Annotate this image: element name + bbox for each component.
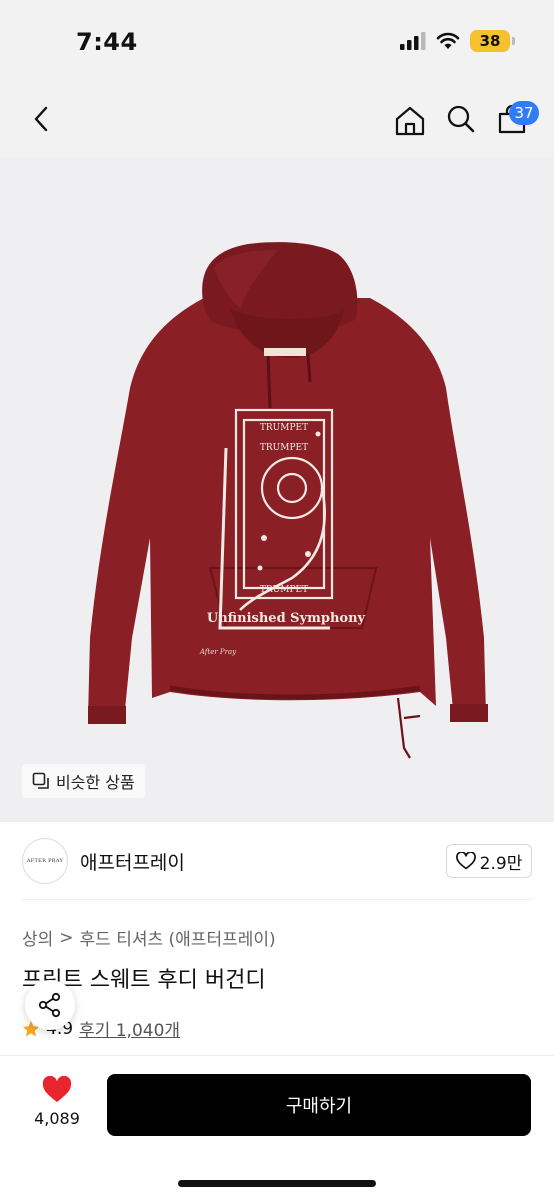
print-trumpet-bottom: TRUMPET xyxy=(260,585,308,595)
duplicate-icon xyxy=(32,772,49,789)
cart-count-badge: 37 xyxy=(509,101,539,125)
print-trumpet-mid: TRUMPET xyxy=(260,443,308,453)
status-time: 7:44 xyxy=(76,28,138,56)
share-button[interactable] xyxy=(25,980,75,1030)
home-icon xyxy=(395,106,425,136)
brand-name[interactable]: 애프터프레이 xyxy=(80,848,185,875)
brand-like-count: 2.9만 xyxy=(479,853,523,874)
print-signature: After Pray xyxy=(199,648,237,656)
wifi-icon xyxy=(436,32,460,49)
product-image-hero[interactable]: TRUMPET TRUMPET TRUMPET Unfinished Symph… xyxy=(0,158,554,822)
wishlist-count: 4,089 xyxy=(34,1109,80,1128)
breadcrumb: 상의 > 후드 티셔츠 (애프터프레이) xyxy=(22,925,276,951)
brand-like-button[interactable]: 2.9만 xyxy=(446,844,532,878)
battery-indicator: 38 xyxy=(470,30,515,52)
search-button[interactable] xyxy=(440,98,482,140)
chevron-left-icon xyxy=(34,106,48,132)
home-indicator xyxy=(178,1180,376,1187)
back-button[interactable] xyxy=(20,98,62,140)
share-icon xyxy=(38,992,61,1018)
home-button[interactable] xyxy=(389,100,431,142)
search-icon xyxy=(447,105,475,133)
brand-row: AFTER PRAY 애프터프레이 2.9만 xyxy=(0,822,554,900)
breadcrumb-separator: > xyxy=(59,927,74,948)
heart-outline-icon xyxy=(455,852,476,870)
status-icons: 38 xyxy=(400,30,515,52)
buy-button[interactable]: 구매하기 xyxy=(107,1074,531,1136)
breadcrumb-subcategory[interactable]: 후드 티셔츠 (애프터프레이) xyxy=(80,925,276,950)
brand-logo[interactable]: AFTER PRAY xyxy=(22,838,68,884)
status-bar: 7:44 38 xyxy=(0,0,554,80)
cellular-signal-icon xyxy=(400,32,426,50)
top-nav-bar xyxy=(0,80,554,158)
bottom-action-bar: 4,089 구매하기 xyxy=(0,1055,554,1200)
breadcrumb-category[interactable]: 상의 xyxy=(22,925,53,950)
similar-products-label: 비슷한 상품 xyxy=(56,773,135,792)
heart-filled-icon xyxy=(42,1076,72,1102)
section-divider xyxy=(22,899,532,900)
reviews-link[interactable]: 후기 1,040개 xyxy=(79,1016,180,1041)
hoodie-product-image: TRUMPET TRUMPET TRUMPET Unfinished Symph… xyxy=(88,242,488,759)
similar-products-button[interactable]: 비슷한 상품 xyxy=(22,764,145,798)
print-tagline: Unfinished Symphony xyxy=(207,611,366,626)
print-trumpet-top: TRUMPET xyxy=(260,423,308,433)
wishlist-button[interactable]: 4,089 xyxy=(24,1076,90,1132)
